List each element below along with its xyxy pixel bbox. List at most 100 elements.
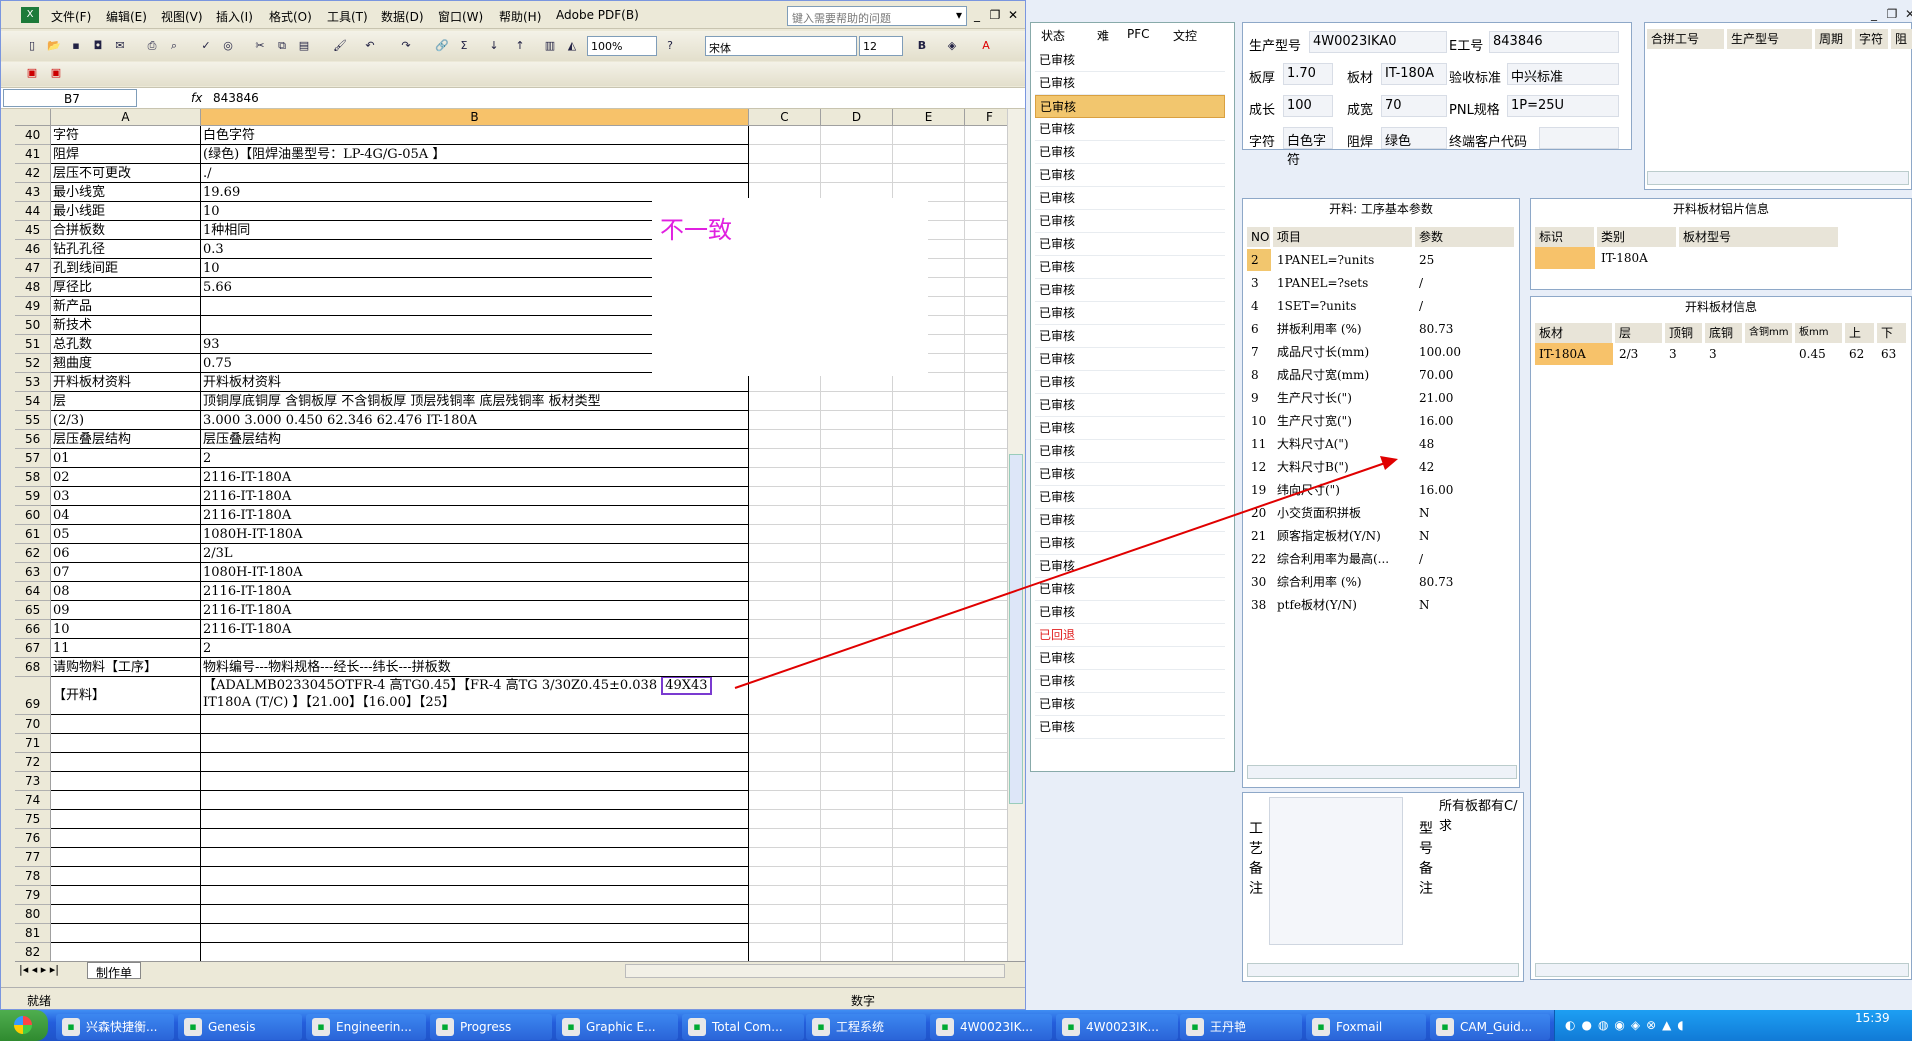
row-header[interactable]: 77: [15, 848, 51, 867]
menu-data[interactable]: 数据(D): [381, 8, 424, 25]
email-icon[interactable]: ✉: [111, 37, 129, 55]
cell-a[interactable]: [51, 734, 201, 753]
cell-empty[interactable]: [749, 791, 821, 810]
cell-empty[interactable]: [893, 544, 965, 563]
cell-empty[interactable]: [893, 810, 965, 829]
row-header[interactable]: 62: [15, 544, 51, 563]
param-item[interactable]: ptfe板材(Y/N): [1273, 594, 1413, 616]
cell-empty[interactable]: [821, 715, 893, 734]
row-header[interactable]: 43: [15, 183, 51, 202]
row-header[interactable]: 46: [15, 240, 51, 259]
cell-empty[interactable]: [893, 506, 965, 525]
row-header[interactable]: 59: [15, 487, 51, 506]
header-item[interactable]: 项目: [1273, 227, 1413, 247]
close-icon[interactable]: ✕: [1902, 6, 1912, 22]
cell-a[interactable]: 开料板材资料: [51, 373, 201, 392]
cell-empty[interactable]: [965, 601, 1011, 620]
cell-a[interactable]: [51, 924, 201, 943]
restore-icon[interactable]: ❐: [1884, 6, 1900, 22]
model-note-text[interactable]: 所有板都有C/求: [1439, 797, 1523, 945]
cell-b[interactable]: [201, 924, 749, 943]
column-header-a[interactable]: A: [51, 109, 201, 126]
cell-empty[interactable]: [893, 487, 965, 506]
cell-a[interactable]: 层压叠层结构: [51, 430, 201, 449]
cell-b[interactable]: 1080H-IT-180A: [201, 563, 749, 582]
cell-bottom[interactable]: 63: [1877, 343, 1907, 365]
cell-empty[interactable]: [893, 677, 965, 715]
cell-empty[interactable]: [749, 468, 821, 487]
cell-a[interactable]: 钻孔孔径: [51, 240, 201, 259]
zoom-select[interactable]: 100%: [587, 36, 657, 56]
cell-empty[interactable]: [821, 848, 893, 867]
status-list-item[interactable]: 已审核: [1035, 118, 1225, 141]
field-customer-code[interactable]: [1539, 127, 1619, 149]
param-no[interactable]: 6: [1247, 318, 1271, 340]
row-header[interactable]: 76: [15, 829, 51, 848]
param-value[interactable]: N: [1415, 525, 1515, 547]
print-icon[interactable]: ⎙: [143, 37, 161, 55]
cell-empty[interactable]: [749, 544, 821, 563]
menu-view[interactable]: 视图(V): [161, 8, 203, 25]
cell-b[interactable]: [201, 810, 749, 829]
header-soldermask[interactable]: 阻焊: [1891, 29, 1912, 49]
field-legend[interactable]: 白色字符: [1283, 127, 1333, 168]
cell-empty[interactable]: [893, 848, 965, 867]
row-header[interactable]: 58: [15, 468, 51, 487]
cell-empty[interactable]: [749, 753, 821, 772]
cell-empty[interactable]: [893, 639, 965, 658]
status-list-item[interactable]: 已审核: [1035, 693, 1225, 716]
cell-empty[interactable]: [893, 411, 965, 430]
pdf-convert-icon[interactable]: ▣: [23, 64, 41, 82]
row-header[interactable]: 50: [15, 316, 51, 335]
row-header[interactable]: 73: [15, 772, 51, 791]
status-list-item[interactable]: 已审核: [1035, 302, 1225, 325]
param-no[interactable]: 38: [1247, 594, 1271, 616]
cell-empty[interactable]: [893, 430, 965, 449]
cell-empty[interactable]: [749, 943, 821, 961]
drawing-icon[interactable]: ◭: [563, 37, 581, 55]
formula-input[interactable]: 843846: [213, 91, 259, 105]
menu-window[interactable]: 窗口(W): [438, 8, 483, 25]
cell-empty[interactable]: [821, 943, 893, 961]
param-item[interactable]: 生产尺寸长("): [1273, 387, 1413, 409]
cell-a[interactable]: [51, 715, 201, 734]
row-header[interactable]: 63: [15, 563, 51, 582]
taskbar-button[interactable]: ▪ 王丹艳: [1180, 1014, 1302, 1040]
status-list-item[interactable]: 已审核: [1035, 233, 1225, 256]
cell-empty[interactable]: [749, 848, 821, 867]
craft-note-textarea[interactable]: [1269, 797, 1403, 945]
cell-empty[interactable]: [965, 848, 1011, 867]
row-header[interactable]: 55: [15, 411, 51, 430]
paste-icon[interactable]: ▤: [295, 37, 313, 55]
cell-b[interactable]: 2116-IT-180A: [201, 582, 749, 601]
row-header[interactable]: 51: [15, 335, 51, 354]
cell-empty[interactable]: [965, 886, 1011, 905]
cell-a[interactable]: [51, 905, 201, 924]
cell-b[interactable]: [201, 715, 749, 734]
cell-mark[interactable]: [1535, 247, 1595, 269]
name-box[interactable]: B7: [3, 89, 137, 107]
cell-empty[interactable]: [965, 278, 1011, 297]
cell-empty[interactable]: [749, 658, 821, 677]
cell-a[interactable]: 层: [51, 392, 201, 411]
cell-empty[interactable]: [893, 126, 965, 145]
cell-a[interactable]: [51, 829, 201, 848]
param-item[interactable]: 纬向尺寸("): [1273, 479, 1413, 501]
excel-icon[interactable]: X: [21, 7, 39, 23]
help-icon[interactable]: ?: [661, 37, 679, 55]
cell-empty[interactable]: [821, 506, 893, 525]
menu-file[interactable]: 文件(F): [51, 8, 91, 25]
row-header[interactable]: 47: [15, 259, 51, 278]
vertical-scrollbar[interactable]: [1007, 109, 1024, 961]
cell-a[interactable]: 孔到线间距: [51, 259, 201, 278]
cell-layer[interactable]: 2/3: [1615, 343, 1663, 365]
status-list-item[interactable]: 已审核: [1035, 670, 1225, 693]
save-icon[interactable]: ▪: [67, 37, 85, 55]
cell-empty[interactable]: [893, 772, 965, 791]
permission-icon[interactable]: ◘: [89, 37, 107, 55]
cell-empty[interactable]: [749, 487, 821, 506]
cell-b[interactable]: [201, 791, 749, 810]
cell-empty[interactable]: [821, 164, 893, 183]
cell-empty[interactable]: [821, 620, 893, 639]
cell-empty[interactable]: [821, 430, 893, 449]
